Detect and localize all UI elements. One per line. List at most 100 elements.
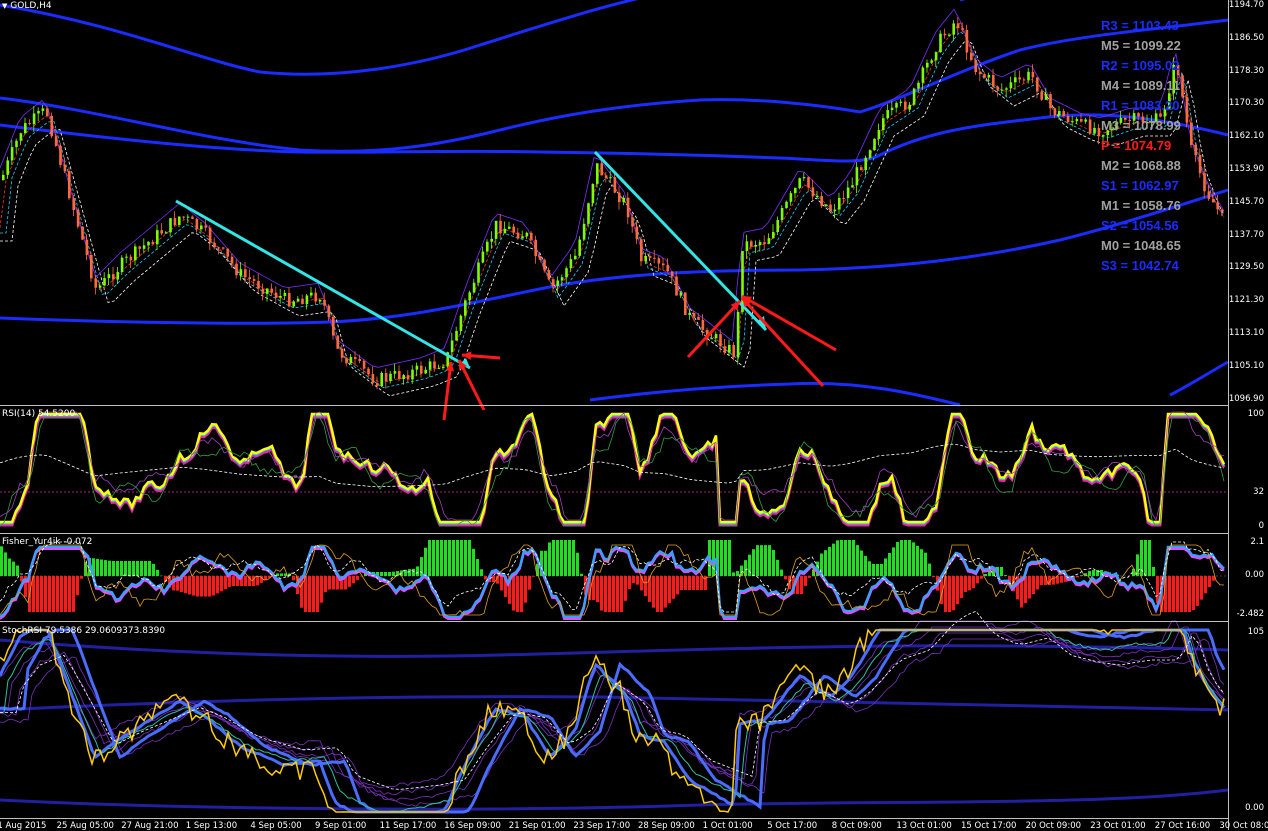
- candle-body: [174, 218, 177, 225]
- fisher-histogram-bar: [976, 576, 979, 583]
- fisher-histogram-bar: [388, 572, 391, 576]
- candle-body: [688, 313, 691, 315]
- fisher-histogram-bar: [152, 564, 155, 576]
- price-tick-label: 1129.50: [1229, 262, 1264, 272]
- pivot-level-label: M5 = 1099.22: [1101, 38, 1181, 53]
- candle-body: [935, 52, 938, 60]
- fisher-histogram-bar: [452, 540, 455, 576]
- candle-body: [200, 226, 203, 230]
- fisher-histogram-bar: [544, 551, 547, 576]
- fisher-histogram-bar: [1032, 576, 1035, 594]
- candle-body: [1014, 77, 1017, 82]
- candle-body: [891, 108, 894, 110]
- fisher-histogram-bar: [804, 576, 807, 586]
- fisher-histogram-bar: [68, 576, 71, 612]
- fisher-histogram-bar: [420, 557, 423, 576]
- fisher-histogram-bar: [392, 572, 395, 576]
- fisher-histogram-bar: [672, 576, 675, 599]
- candle-body: [1212, 199, 1215, 203]
- candle-body: [556, 280, 559, 285]
- main-price-panel[interactable]: [0, 0, 1228, 405]
- candle-body: [64, 165, 67, 171]
- fisher-panel[interactable]: [0, 540, 1228, 619]
- panel-separator[interactable]: [0, 621, 1228, 622]
- candle-body: [376, 383, 379, 386]
- fisher-histogram-bar: [668, 576, 671, 603]
- candle-body: [495, 221, 498, 239]
- candle-body: [240, 269, 243, 275]
- fisher-histogram-bar: [680, 576, 683, 590]
- stochrsi-panel[interactable]: [0, 611, 1228, 812]
- chart-canvas[interactable]: [0, 0, 1268, 830]
- fisher-histogram-bar: [532, 576, 535, 577]
- panel-separator[interactable]: [0, 533, 1228, 534]
- candle-body: [28, 123, 31, 124]
- fisher-histogram-bar: [552, 540, 555, 576]
- candle-body: [108, 274, 111, 278]
- fisher-histogram-bar: [208, 576, 211, 597]
- stochrsi-title: StochRSI 79.5386 29.0609373.8390: [2, 626, 165, 636]
- dropdown-triangle-icon[interactable]: ▼: [2, 2, 7, 10]
- fisher-histogram-bar: [852, 540, 855, 576]
- candle-body: [816, 196, 819, 197]
- rsi-panel[interactable]: [0, 412, 1228, 526]
- candle-body: [152, 242, 155, 244]
- candle-body: [1194, 145, 1197, 155]
- candle-body: [398, 371, 401, 379]
- fisher-histogram-bar: [720, 540, 723, 576]
- candle-body: [275, 293, 278, 298]
- fisher-histogram-bar: [780, 570, 783, 576]
- candle-body: [992, 75, 995, 86]
- pivot-level-label: S2 = 1054.56: [1101, 218, 1179, 233]
- fisher-histogram-bar: [1180, 576, 1183, 612]
- fisher-histogram-bar: [352, 576, 355, 583]
- candle-body: [37, 111, 40, 114]
- candle-body: [970, 53, 973, 60]
- candle-body: [728, 345, 731, 353]
- fisher-histogram-bar: [776, 560, 779, 576]
- candle-body: [974, 60, 977, 72]
- candle-body: [279, 296, 282, 298]
- candle-body: [1036, 77, 1039, 91]
- fisher-histogram-bar: [444, 540, 447, 576]
- fisher-histogram-bar: [4, 552, 7, 576]
- fisher-histogram-bar: [616, 576, 619, 612]
- candle-body: [772, 232, 775, 238]
- fisher-histogram-bar: [888, 553, 891, 576]
- fisher-histogram-bar: [156, 570, 159, 576]
- candle-body: [288, 293, 291, 306]
- candle-body: [59, 146, 62, 165]
- candle-body: [55, 136, 58, 146]
- pivot-level-label: R1 = 1083.20: [1101, 98, 1179, 113]
- candle-body: [644, 256, 647, 261]
- candle-body: [543, 260, 546, 270]
- price-tick-label: 1186.50: [1229, 33, 1264, 43]
- fisher-histogram-bar: [12, 562, 15, 576]
- price-tick-label: 1113.10: [1229, 328, 1264, 338]
- candle-body: [570, 259, 573, 268]
- rsi-line-magenta: [0, 417, 1224, 525]
- candle-body: [631, 217, 634, 226]
- candle-body: [878, 130, 881, 139]
- fisher-histogram-bar: [644, 576, 647, 596]
- panel-separator[interactable]: [0, 405, 1228, 406]
- candle-body: [882, 118, 885, 130]
- pivot-level-label: S3 = 1042.74: [1101, 258, 1179, 273]
- candle-body: [94, 278, 97, 287]
- candle-body: [719, 334, 722, 346]
- candle-body: [99, 286, 102, 288]
- candle-body: [15, 141, 18, 147]
- panel-separator: [0, 818, 1228, 819]
- rsi-axis-level: 32: [1253, 487, 1264, 497]
- candle-body: [209, 228, 212, 243]
- fisher-histogram-bar: [868, 561, 871, 576]
- candle-body: [504, 229, 507, 233]
- fisher-histogram-bar: [124, 561, 127, 576]
- price-tick-label: 1178.30: [1229, 66, 1264, 76]
- fisher-histogram-bar: [128, 561, 131, 576]
- candle-body: [768, 238, 771, 244]
- candle-body: [1186, 97, 1189, 123]
- fisher-histogram-bar: [676, 576, 679, 594]
- fisher-histogram-bar: [412, 569, 415, 576]
- candle-body: [226, 249, 229, 257]
